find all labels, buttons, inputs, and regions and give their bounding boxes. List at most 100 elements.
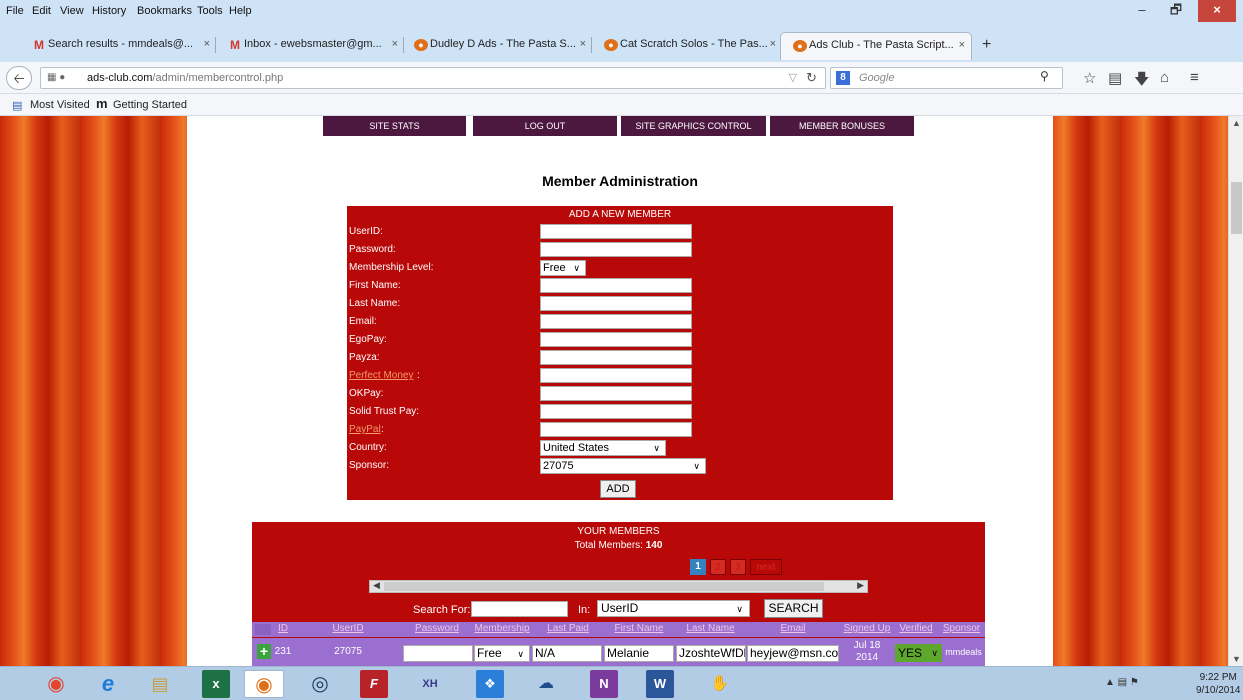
tab-inbox[interactable]: M Inbox - ewebsmaster@gm... ×: [216, 32, 404, 60]
payza-input[interactable]: [540, 350, 692, 365]
system-tray-icons[interactable]: ▲ ▤ ⚑: [1105, 677, 1139, 688]
minimize-button[interactable]: –: [1128, 0, 1156, 22]
word-icon[interactable]: W: [646, 670, 674, 698]
bookmark-getting-started[interactable]: Getting Started: [113, 99, 187, 111]
scroll-left-icon[interactable]: ◀: [373, 580, 380, 591]
dropbox-icon[interactable]: ❖: [476, 670, 504, 698]
page-3[interactable]: 3: [730, 559, 746, 575]
search-bar[interactable]: 8 Google: [830, 67, 1063, 89]
close-window-button[interactable]: ×: [1198, 0, 1236, 22]
userid-input[interactable]: [540, 224, 692, 239]
menu-file[interactable]: File: [6, 5, 24, 17]
add-button[interactable]: ADD: [600, 480, 636, 498]
reading-list-icon[interactable]: ▤: [1108, 69, 1122, 87]
cell-email-input[interactable]: heyjew@msn.co: [747, 645, 839, 662]
email-input[interactable]: [540, 314, 692, 329]
hand-tool-icon[interactable]: ✋: [700, 670, 740, 698]
scroll-thumb[interactable]: [384, 582, 824, 591]
site-identity-icon[interactable]: ▦ ●: [47, 72, 65, 83]
tab-close-icon[interactable]: ×: [392, 38, 398, 50]
tab-close-icon[interactable]: ×: [204, 38, 210, 50]
nav-site-stats[interactable]: SITE STATS: [323, 116, 466, 136]
paypal-input[interactable]: [540, 422, 692, 437]
home-icon[interactable]: ⌂: [1160, 69, 1169, 86]
menu-view[interactable]: View: [60, 5, 84, 17]
cell-first-name-input[interactable]: Melanie: [604, 645, 674, 662]
cloud-icon[interactable]: ☁: [526, 670, 566, 698]
col-email[interactable]: Email: [746, 623, 840, 634]
cell-password-input[interactable]: [403, 645, 473, 662]
expand-plus-icon[interactable]: +: [257, 644, 271, 659]
col-userid[interactable]: UserID: [294, 623, 402, 634]
country-select[interactable]: United States ∨: [540, 440, 666, 456]
col-last-paid[interactable]: Last Paid: [533, 623, 603, 634]
filezilla-icon[interactable]: F: [360, 670, 388, 698]
tab-ads-club[interactable]: ● Ads Club - The Pasta Script... ×: [780, 32, 972, 60]
col-password[interactable]: Password: [402, 623, 472, 634]
egopay-input[interactable]: [540, 332, 692, 347]
scroll-right-icon[interactable]: ▶: [857, 580, 864, 591]
xhtml-editor-icon[interactable]: XH: [410, 670, 450, 698]
member-search-input[interactable]: [471, 601, 568, 617]
firefox-icon[interactable]: ◉: [244, 670, 284, 698]
okpay-input[interactable]: [540, 386, 692, 401]
col-id[interactable]: ID: [272, 623, 294, 634]
menu-history[interactable]: History: [92, 5, 126, 17]
paypal-link[interactable]: PayPal: [349, 424, 381, 435]
new-tab-button[interactable]: +: [982, 36, 991, 54]
dropdown-arrow-icon[interactable]: ▽: [789, 71, 797, 84]
perfect-money-link[interactable]: Perfect Money: [349, 370, 413, 381]
onenote-icon[interactable]: N: [590, 670, 618, 698]
cell-last-paid-input[interactable]: N/A: [532, 645, 602, 662]
cell-membership-select[interactable]: Free ∨: [474, 645, 530, 662]
col-signed-up[interactable]: Signed Up: [840, 623, 894, 634]
menu-bookmarks[interactable]: Bookmarks: [137, 5, 192, 17]
tab-close-icon[interactable]: ×: [580, 38, 586, 50]
membership-level-select[interactable]: Free ∨: [540, 260, 586, 276]
nav-member-bonuses[interactable]: MEMBER BONUSES: [770, 116, 914, 136]
first-name-input[interactable]: [540, 278, 692, 293]
tab-cat-scratch-solos[interactable]: ● Cat Scratch Solos - The Pas... ×: [592, 32, 782, 60]
sponsor-select[interactable]: 27075 ∨: [540, 458, 706, 474]
search-field-select[interactable]: UserID ∨: [597, 600, 750, 617]
internet-explorer-icon[interactable]: e: [88, 670, 128, 698]
page-scrollbar[interactable]: ▲ ▼: [1228, 116, 1243, 666]
tab-search-results[interactable]: M Search results - mmdeals@... ×: [20, 32, 216, 60]
page-2[interactable]: 2: [710, 559, 726, 575]
download-icon[interactable]: 🡇: [1134, 69, 1149, 94]
last-name-input[interactable]: [540, 296, 692, 311]
tab-close-icon[interactable]: ×: [770, 38, 776, 50]
col-last-name[interactable]: Last Name: [675, 623, 746, 634]
scroll-down-icon[interactable]: ▼: [1232, 654, 1241, 664]
page-next[interactable]: next: [750, 559, 782, 575]
solid-trust-pay-input[interactable]: [540, 404, 692, 419]
nav-graphics-control[interactable]: SITE GRAPHICS CONTROL: [621, 116, 766, 136]
search-button[interactable]: SEARCH: [764, 599, 823, 618]
menu-tools[interactable]: Tools: [197, 5, 223, 17]
col-membership[interactable]: Membership: [472, 623, 532, 634]
reload-icon[interactable]: ↻: [806, 70, 817, 86]
taskbar-clock[interactable]: 9:22 PM 9/10/2014: [1196, 671, 1241, 697]
chrome-icon[interactable]: ◉: [36, 670, 76, 698]
file-explorer-icon[interactable]: ▤: [140, 670, 180, 698]
bookmark-most-visited[interactable]: Most Visited: [30, 99, 90, 111]
tab-close-icon[interactable]: ×: [959, 39, 965, 51]
search-engine-icon[interactable]: 8: [836, 71, 850, 85]
excel-icon[interactable]: x: [202, 670, 230, 698]
restore-button[interactable]: 🗗: [1162, 0, 1190, 22]
search-magnifier-icon[interactable]: ⚲: [1040, 69, 1049, 83]
bookmark-star-icon[interactable]: ☆: [1083, 69, 1096, 87]
perfect-money-input[interactable]: [540, 368, 692, 383]
tab-dudley-d-ads[interactable]: ● Dudley D Ads - The Pasta S... ×: [402, 32, 592, 60]
col-verified[interactable]: Verified: [894, 623, 938, 634]
scroll-up-icon[interactable]: ▲: [1232, 118, 1241, 128]
menu-edit[interactable]: Edit: [32, 5, 51, 17]
page-scroll-thumb[interactable]: [1231, 182, 1242, 234]
media-icon[interactable]: ◎: [300, 670, 340, 698]
col-sponsor[interactable]: Sponsor: [938, 623, 985, 634]
horizontal-scrollbar[interactable]: ◀ ▶: [369, 580, 868, 593]
menu-help[interactable]: Help: [229, 5, 252, 17]
menu-hamburger-icon[interactable]: ≡: [1190, 69, 1199, 86]
col-first-name[interactable]: First Name: [603, 623, 675, 634]
page-1[interactable]: 1: [690, 559, 706, 575]
